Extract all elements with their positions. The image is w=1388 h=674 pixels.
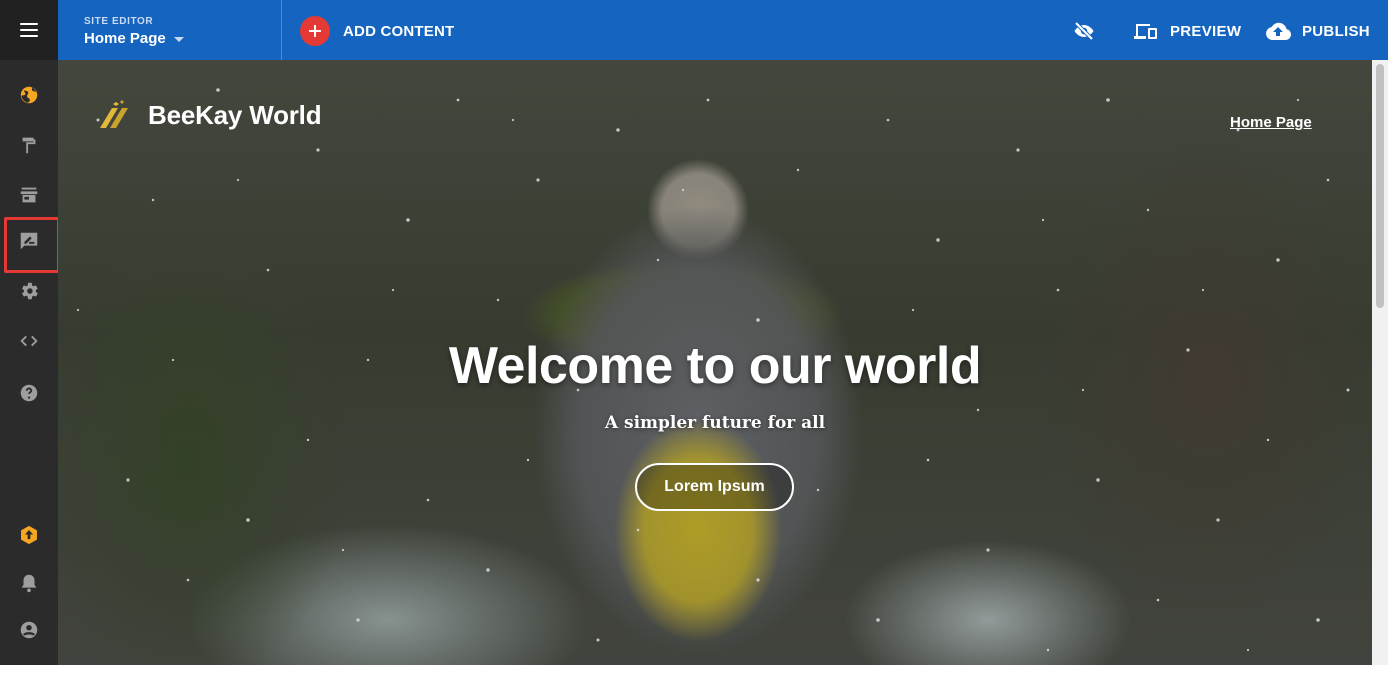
brand-name: BeeKay World [148,99,322,130]
site-editor-app: SITE EDITOR Home Page ADD CONTENT PREVIE… [0,0,1388,674]
sidebar-item-help[interactable] [0,368,58,418]
left-rail [0,0,60,665]
paint-roller-icon [22,137,36,154]
blog-post-icon [20,232,38,250]
help-icon [20,384,38,402]
page-switcher[interactable]: SITE EDITOR Home Page [58,0,282,60]
sidebar-item-account[interactable] [0,605,58,655]
sidebar-item-upgrade[interactable] [0,510,58,560]
preview-button[interactable]: PREVIEW [1133,19,1241,43]
devices-icon [1134,24,1157,39]
add-content-label: ADD CONTENT [343,22,455,40]
hero-subtitle: A simpler future for all [604,413,826,433]
visibility-toggle-button[interactable] [1072,19,1096,43]
current-page-label: Home Page [84,30,166,47]
add-content-button[interactable]: ADD CONTENT [300,16,454,46]
publish-button[interactable]: PUBLISH [1264,19,1370,43]
sidebar-item-notifications[interactable] [0,558,58,608]
brand-logo-icon [100,100,128,128]
website-preview: BeeKay World Home Page Welcome to our wo… [58,60,1372,665]
preview-label: PREVIEW [1170,22,1242,40]
sidebar-item-site[interactable] [0,70,58,120]
storefront-icon [20,187,38,203]
sidebar-item-design[interactable] [0,120,58,170]
bell-icon [21,574,37,593]
gear-icon [22,282,38,300]
publish-label: PUBLISH [1302,22,1370,40]
nav-link-home[interactable]: Home Page [1230,114,1312,131]
hamburger-icon [20,23,38,37]
eye-off-icon [1074,21,1094,41]
site-editor-label: SITE EDITOR [84,16,154,27]
sidebar-item-code[interactable] [0,316,58,366]
current-page-select[interactable]: Home Page [84,30,281,47]
cloud-upload-icon [1266,22,1292,40]
top-bar: SITE EDITOR Home Page ADD CONTENT PREVIE… [58,0,1388,60]
menu-button[interactable] [0,0,58,60]
globe-icon [20,86,38,104]
site-brand[interactable]: BeeKay World [98,98,322,132]
sidebar-item-store[interactable] [0,170,58,220]
hero-cta-button[interactable]: Lorem Ipsum [635,463,794,511]
sidebar-item-blog[interactable] [0,216,60,273]
scrollbar-thumb[interactable] [1376,64,1384,308]
code-icon [20,335,38,347]
sidebar-item-settings[interactable] [0,266,58,316]
plus-icon [300,16,330,46]
chevron-down-icon [173,36,184,42]
upgrade-icon [21,525,37,545]
account-icon [20,621,38,639]
hero-title: Welcome to our world [448,337,982,395]
